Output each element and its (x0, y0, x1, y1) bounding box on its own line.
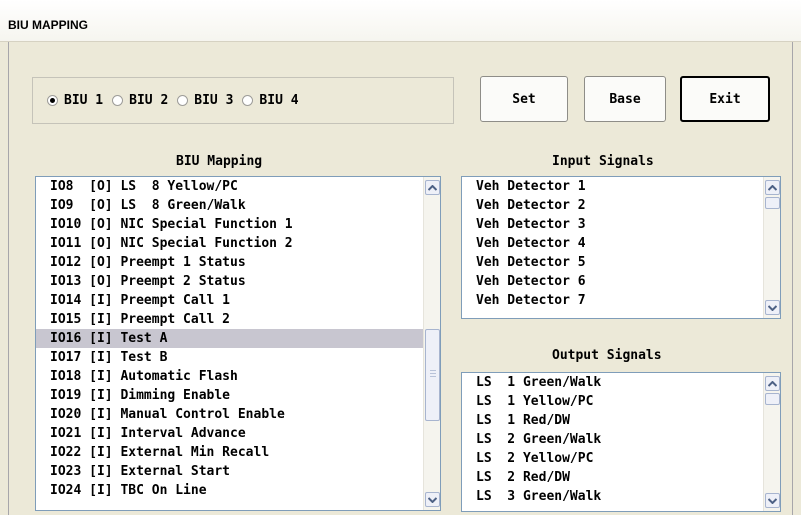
biu-mapping-title: BIU Mapping (176, 154, 263, 169)
biu-mapping-row[interactable]: IO22 [I] External Min Recall (36, 443, 423, 462)
frame-right-edge (792, 42, 793, 515)
down-arrow-icon[interactable] (425, 492, 440, 507)
biu-mapping-row[interactable]: IO15 [I] Preempt Call 2 (36, 310, 423, 329)
exit-button[interactable]: Exit (680, 76, 770, 122)
biu-mapping-scroll-thumb[interactable] (425, 329, 440, 421)
biu-mapping-row[interactable]: IO18 [I] Automatic Flash (36, 367, 423, 386)
output-signal-row[interactable]: LS 1 Green/Walk (462, 373, 763, 392)
input-signals-list[interactable]: Veh Detector 1 Veh Detector 2 Veh Detector… (461, 176, 781, 319)
output-signal-row[interactable]: LS 2 Yellow/PC (462, 449, 763, 468)
output-signal-row[interactable]: LS 1 Red/DW (462, 411, 763, 430)
biu-mapping-row[interactable]: IO16 [I] Test A (36, 329, 423, 348)
down-arrow-icon[interactable] (765, 493, 780, 508)
biu-mapping-scrollbar[interactable] (423, 177, 440, 510)
input-signals-title: Input Signals (552, 154, 654, 169)
input-signal-row[interactable]: Veh Detector 4 (462, 234, 763, 253)
biu-2-label: BIU 2 (129, 93, 169, 108)
output-signals-rows: LS 1 Green/Walk LS 1 Yellow/PC LS 1 Red/DW… (462, 373, 763, 511)
window-title: BIU MAPPING (8, 18, 89, 32)
biu-mapping-row[interactable]: IO23 [I] External Start (36, 462, 423, 481)
biu-mapping-row[interactable]: IO21 [I] Interval Advance (36, 424, 423, 443)
up-arrow-icon[interactable] (425, 180, 440, 195)
biu-4-label: BIU 4 (259, 93, 299, 108)
radio-unselected-icon[interactable] (177, 95, 189, 106)
biu-mapping-row[interactable]: IO17 [I] Test B (36, 348, 423, 367)
up-arrow-icon[interactable] (765, 376, 780, 391)
biu-mapping-row[interactable]: IO12 [O] Preempt 1 Status (36, 253, 423, 272)
biu-3-label: BIU 3 (194, 93, 234, 108)
biu-mapping-rows: IO8 [O] LS 8 Yellow/PC IO9 [O] LS 8 Green… (36, 177, 423, 510)
biu-mapping-row[interactable]: IO8 [O] LS 8 Yellow/PC (36, 177, 423, 196)
title-bar: BIU MAPPING (0, 0, 801, 42)
input-signals-rows: Veh Detector 1 Veh Detector 2 Veh Detector… (462, 177, 763, 318)
input-signal-row[interactable]: Veh Detector 2 (462, 196, 763, 215)
radio-selected-icon[interactable] (47, 95, 58, 106)
biu-4-radio[interactable]: BIU 4 (242, 93, 299, 108)
input-signals-scroll-thumb[interactable] (765, 197, 780, 209)
biu-mapping-row[interactable]: IO13 [O] Preempt 2 Status (36, 272, 423, 291)
frame-left-edge (8, 42, 9, 515)
base-button[interactable]: Base (584, 76, 666, 122)
biu-2-radio[interactable]: BIU 2 (112, 93, 168, 108)
biu-mapping-list[interactable]: IO8 [O] LS 8 Yellow/PC IO9 [O] LS 8 Green… (35, 176, 441, 511)
biu-1-label: BIU 1 (64, 93, 104, 108)
output-signal-row[interactable]: LS 1 Yellow/PC (462, 392, 763, 411)
output-signal-row[interactable]: LS 2 Red/DW (462, 468, 763, 487)
radio-unselected-icon[interactable] (242, 95, 254, 106)
biu-mapping-row[interactable]: IO24 [I] TBC On Line (36, 481, 423, 500)
output-signals-list[interactable]: LS 1 Green/Walk LS 1 Yellow/PC LS 1 Red/DW… (461, 372, 781, 512)
biu-mapping-row[interactable]: IO14 [I] Preempt Call 1 (36, 291, 423, 310)
down-arrow-icon[interactable] (765, 300, 780, 315)
output-signals-scrollbar[interactable] (763, 373, 780, 511)
biu-radio-group: BIU 1 BIU 2 BIU 3 BIU 4 (32, 77, 454, 124)
biu-3-radio[interactable]: BIU 3 (177, 93, 233, 108)
output-signal-row[interactable]: LS 2 Green/Walk (462, 430, 763, 449)
set-button[interactable]: Set (480, 76, 568, 122)
biu-mapping-row[interactable]: IO10 [O] NIC Special Function 1 (36, 215, 423, 234)
biu-mapping-row[interactable]: IO9 [O] LS 8 Green/Walk (36, 196, 423, 215)
biu-mapping-row[interactable]: IO20 [I] Manual Control Enable (36, 405, 423, 424)
biu-mapping-row[interactable]: IO19 [I] Dimming Enable (36, 386, 423, 405)
biu-mapping-row[interactable]: IO11 [O] NIC Special Function 2 (36, 234, 423, 253)
up-arrow-icon[interactable] (765, 180, 780, 195)
input-signal-row[interactable]: Veh Detector 6 (462, 272, 763, 291)
input-signal-row[interactable]: Veh Detector 7 (462, 291, 763, 310)
biu-1-radio[interactable]: BIU 1 (47, 93, 103, 108)
input-signal-row[interactable]: Veh Detector 5 (462, 253, 763, 272)
biu-mapping-window: BIU MAPPING BIU 1 BIU 2 BIU 3 BIU 4 Set … (0, 0, 801, 515)
output-signals-title: Output Signals (552, 348, 662, 363)
output-signals-scroll-thumb[interactable] (765, 393, 780, 405)
input-signal-row[interactable]: Veh Detector 1 (462, 177, 763, 196)
radio-unselected-icon[interactable] (112, 95, 124, 106)
output-signal-row[interactable]: LS 3 Green/Walk (462, 487, 763, 506)
input-signal-row[interactable]: Veh Detector 3 (462, 215, 763, 234)
input-signals-scrollbar[interactable] (763, 177, 780, 318)
